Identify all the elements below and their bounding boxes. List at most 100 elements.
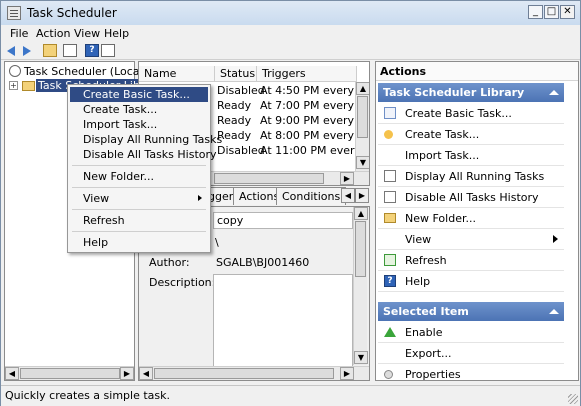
- collapse-icon[interactable]: [549, 309, 559, 314]
- action-display-running-tasks[interactable]: Display All Running Tasks: [378, 166, 564, 187]
- title-bar[interactable]: Task Scheduler _ □ ✕: [1, 1, 580, 26]
- task-wizard-icon: [384, 107, 396, 119]
- description-field[interactable]: [213, 274, 353, 369]
- author-value: SGALB\BJ001460: [216, 256, 310, 269]
- action-new-folder[interactable]: New Folder...: [378, 208, 564, 229]
- ctx-refresh[interactable]: Refresh: [70, 213, 208, 228]
- ctx-create-task[interactable]: Create Task...: [70, 102, 208, 117]
- action-export[interactable]: Export...: [378, 343, 564, 364]
- details-hscrollbar[interactable]: ◀ ▶: [139, 366, 369, 380]
- scroll-right-icon[interactable]: ▶: [340, 367, 354, 380]
- clock-icon: [9, 65, 21, 77]
- ctx-import-task[interactable]: Import Task...: [70, 117, 208, 132]
- scroll-up-icon[interactable]: ▲: [354, 207, 368, 220]
- scroll-right-icon[interactable]: ▶: [340, 172, 354, 185]
- scroll-thumb[interactable]: [154, 368, 334, 379]
- menu-help[interactable]: Help: [104, 27, 129, 40]
- show-action-pane-icon[interactable]: [101, 44, 115, 57]
- maximize-button[interactable]: □: [544, 5, 559, 19]
- forward-arrow-icon[interactable]: [23, 46, 31, 56]
- action-create-task[interactable]: Create Task...: [378, 124, 564, 145]
- action-enable[interactable]: Enable: [378, 322, 564, 343]
- actions-pane: Actions Task Scheduler Library Create Ba…: [375, 61, 579, 381]
- scroll-left-icon[interactable]: ◀: [139, 367, 153, 380]
- action-create-basic-task[interactable]: Create Basic Task...: [378, 103, 564, 124]
- scroll-right-icon[interactable]: ▶: [120, 367, 134, 380]
- col-name[interactable]: Name: [139, 66, 215, 82]
- resize-grip-icon[interactable]: [568, 394, 578, 404]
- ctx-display-running-tasks[interactable]: Display All Running Tasks: [70, 132, 222, 147]
- create-task-icon: [384, 130, 393, 139]
- scroll-thumb[interactable]: [355, 221, 366, 277]
- menu-bar: File Action View Help: [1, 25, 580, 43]
- author-label: Author:: [149, 256, 190, 269]
- row-status: Ready: [217, 129, 252, 142]
- section-selected-item-label: Selected Item: [383, 305, 469, 318]
- actions-header: Actions: [376, 62, 578, 81]
- row-trigger: At 9:00 PM every day - A: [260, 114, 369, 127]
- task-scheduler-app-icon: [7, 6, 21, 20]
- action-help[interactable]: ? Help: [378, 271, 564, 292]
- tree-hscrollbar[interactable]: ◀ ▶: [5, 366, 134, 380]
- enable-arrow-icon: [384, 327, 396, 337]
- show-hide-tree-icon[interactable]: [63, 44, 77, 57]
- action-view[interactable]: View: [378, 229, 564, 250]
- ctx-view[interactable]: View: [70, 191, 208, 206]
- minimize-button[interactable]: _: [528, 5, 543, 19]
- refresh-icon: [384, 254, 396, 266]
- name-field[interactable]: copy: [213, 212, 353, 229]
- action-properties[interactable]: Properties: [378, 364, 564, 380]
- ctx-new-folder[interactable]: New Folder...: [70, 169, 208, 184]
- action-import-task[interactable]: Import Task...: [378, 145, 564, 166]
- menu-action[interactable]: Action: [36, 27, 70, 40]
- action-disable-history[interactable]: Disable All Tasks History: [378, 187, 564, 208]
- up-folder-icon[interactable]: [43, 44, 57, 57]
- row-status: Ready: [217, 99, 252, 112]
- tab-conditions[interactable]: Conditions: [276, 187, 347, 205]
- properties-icon: [384, 370, 393, 379]
- scroll-down-icon[interactable]: ▼: [354, 351, 368, 364]
- help-icon: ?: [384, 275, 396, 287]
- status-bar: Quickly creates a simple task.: [1, 385, 580, 406]
- submenu-arrow-icon: [198, 195, 202, 201]
- status-text: Quickly creates a simple task.: [5, 389, 171, 402]
- scroll-thumb[interactable]: [357, 96, 368, 138]
- scroll-thumb[interactable]: [20, 368, 120, 379]
- section-selected-item[interactable]: Selected Item: [378, 302, 564, 321]
- history-icon: [384, 191, 396, 203]
- location-value: \: [215, 236, 219, 249]
- help-icon[interactable]: ?: [85, 44, 99, 57]
- row-trigger: At 8:00 PM every day - A: [260, 129, 369, 142]
- collapse-icon[interactable]: [549, 90, 559, 95]
- row-trigger: At 11:00 PM every day - A: [260, 144, 369, 157]
- scroll-down-icon[interactable]: ▼: [356, 156, 369, 169]
- tab-scroll-right-icon[interactable]: ▶: [355, 188, 369, 203]
- new-folder-icon: [384, 213, 396, 223]
- scroll-up-icon[interactable]: ▲: [356, 82, 369, 95]
- menu-file[interactable]: File: [10, 27, 28, 40]
- scroll-thumb[interactable]: [214, 173, 324, 184]
- task-list-vscrollbar[interactable]: ▲ ▼: [355, 82, 369, 171]
- menu-view[interactable]: View: [74, 27, 100, 40]
- ctx-separator: [72, 231, 206, 232]
- back-arrow-icon[interactable]: [7, 46, 15, 56]
- col-triggers[interactable]: Triggers: [257, 66, 357, 82]
- row-trigger: At 7:00 PM every day: [260, 99, 370, 112]
- close-button[interactable]: ✕: [560, 5, 575, 19]
- ctx-create-basic-task[interactable]: Create Basic Task...: [70, 87, 208, 102]
- ctx-help[interactable]: Help: [70, 235, 208, 250]
- action-refresh[interactable]: Refresh: [378, 250, 564, 271]
- col-status[interactable]: Status: [215, 66, 257, 82]
- row-status: Ready: [217, 114, 252, 127]
- ctx-disable-history[interactable]: Disable All Tasks History: [70, 147, 217, 162]
- row-status: Disabled: [217, 144, 265, 157]
- toolbar: ?: [1, 43, 580, 60]
- section-library[interactable]: Task Scheduler Library: [378, 83, 564, 102]
- scroll-left-icon[interactable]: ◀: [5, 367, 19, 380]
- tree-root[interactable]: Task Scheduler (Local): [24, 65, 147, 78]
- details-vscrollbar[interactable]: ▲ ▼: [353, 207, 368, 365]
- ctx-separator: [72, 209, 206, 210]
- tab-scroll-left-icon[interactable]: ◀: [341, 188, 355, 203]
- task-scheduler-window: Task Scheduler _ □ ✕ File Action View He…: [0, 0, 581, 406]
- expand-icon[interactable]: +: [9, 81, 18, 90]
